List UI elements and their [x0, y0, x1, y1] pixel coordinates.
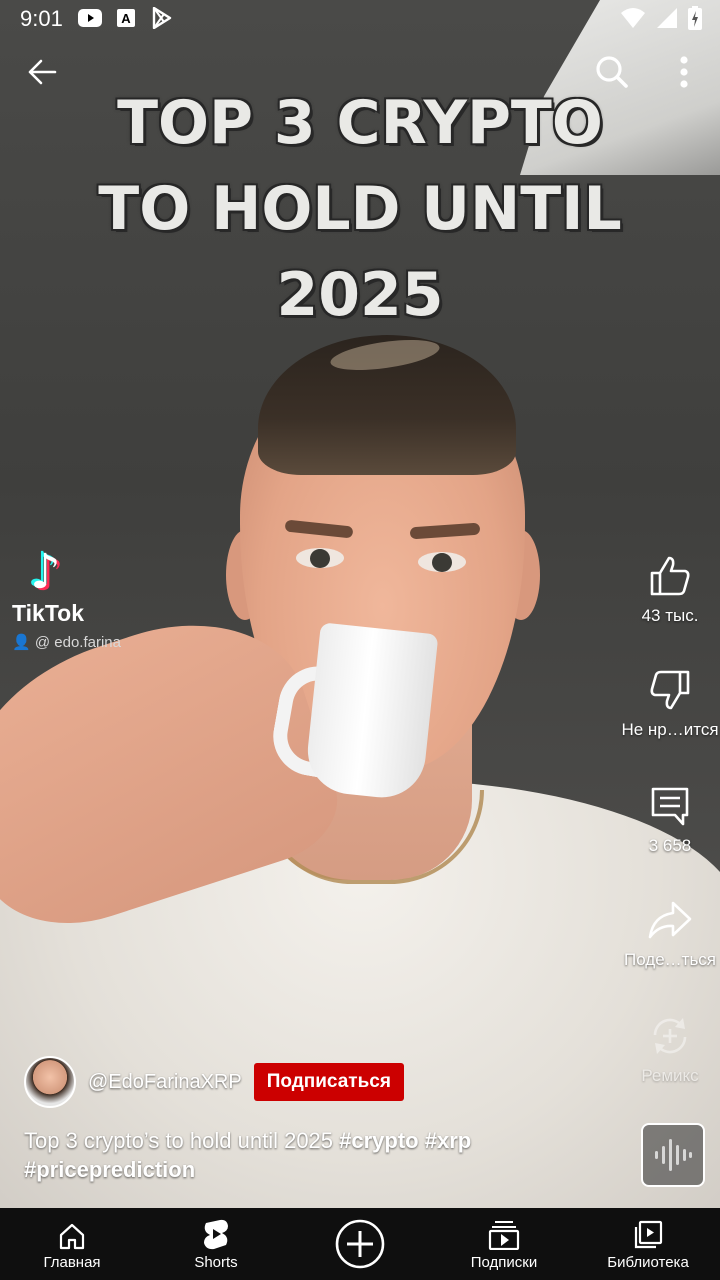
video-caption[interactable]: Top 3 crypto’s to hold until 2025 #crypt…: [24, 1126, 614, 1184]
coffee-cup: [303, 622, 439, 802]
nav-label: Библиотека: [607, 1254, 689, 1271]
signal-icon: [656, 7, 678, 34]
overlay-line: 2025: [276, 260, 444, 330]
library-icon: [576, 1208, 720, 1250]
status-bar: 9:01 A: [0, 0, 720, 36]
channel-avatar[interactable]: [24, 1056, 76, 1108]
svg-text:A: A: [121, 11, 131, 26]
hashtag-link[interactable]: #xrp: [425, 1128, 471, 1153]
nav-subscriptions[interactable]: Подписки: [432, 1208, 576, 1280]
nav-home[interactable]: Главная: [0, 1208, 144, 1280]
comments-count: 3 658: [648, 836, 692, 855]
hashtag-link[interactable]: #crypto: [339, 1128, 418, 1153]
add-icon: [288, 1208, 432, 1280]
dislike-label: Не нр…ится: [621, 720, 719, 739]
sound-button[interactable]: [641, 1123, 705, 1187]
tiktok-logo-icon: ♪: [30, 544, 61, 600]
share-icon: [646, 896, 694, 944]
remix-label: Ремикс: [641, 1066, 699, 1085]
like-count: 43 тыс.: [641, 606, 699, 625]
more-options-button[interactable]: [662, 50, 706, 94]
bottom-navigation: Главная Shorts Подписки Библиотека: [0, 1208, 720, 1280]
play-store-icon: [150, 6, 174, 30]
comments-button[interactable]: 3 658: [620, 782, 720, 856]
caption-text: Top 3 crypto’s to hold until 2025: [24, 1128, 340, 1153]
back-arrow-icon: [28, 59, 57, 85]
search-icon: [596, 56, 628, 88]
tiktok-watermark: ♪ TikTok 👤 @ edo.farina: [12, 548, 172, 651]
thumbs-up-icon: [646, 552, 694, 600]
nav-library[interactable]: Библиотека: [576, 1208, 720, 1280]
tiktok-username: @ edo.farina: [34, 634, 121, 651]
like-button[interactable]: 43 тыс.: [620, 552, 720, 626]
tiktok-brand: TikTok: [12, 600, 84, 626]
subscribe-button[interactable]: Подписаться: [253, 1063, 404, 1101]
subscriptions-icon: [432, 1208, 576, 1250]
hashtag-link[interactable]: #priceprediction: [24, 1157, 195, 1182]
search-button[interactable]: [590, 50, 634, 94]
more-vertical-icon: [680, 56, 688, 88]
remix-button[interactable]: Ремикс: [620, 1012, 720, 1086]
dislike-button[interactable]: Не нр…ится: [620, 666, 720, 740]
thumbs-down-icon: [646, 666, 694, 714]
share-label: Поде…ться: [623, 950, 717, 969]
nav-shorts[interactable]: Shorts: [144, 1208, 288, 1280]
shorts-screen: TOP 3 CRYPTO TO HOLD UNTIL 2025 ♪ TikTok…: [0, 0, 720, 1280]
nav-label: Главная: [43, 1254, 101, 1271]
battery-icon: [688, 6, 702, 35]
back-button[interactable]: [20, 50, 64, 94]
video-player[interactable]: TOP 3 CRYPTO TO HOLD UNTIL 2025 ♪ TikTok…: [0, 0, 720, 1208]
nav-create[interactable]: [288, 1208, 432, 1280]
font-a-icon: A: [114, 6, 138, 30]
shorts-icon: [144, 1208, 288, 1250]
audio-waveform-icon: [655, 1139, 692, 1171]
status-system-icons: [620, 6, 702, 35]
status-time: 9:01: [20, 6, 63, 31]
status-notification-icons: A: [78, 6, 174, 30]
channel-row: @EdoFarinaXRP Подписаться: [24, 1056, 404, 1108]
home-icon: [0, 1208, 144, 1250]
video-subject-pupil: [310, 549, 330, 568]
person-icon: 👤: [12, 634, 31, 651]
nav-label: Shorts: [194, 1254, 238, 1271]
wifi-icon: [620, 7, 646, 34]
video-overlay-title: TOP 3 CRYPTO TO HOLD UNTIL 2025: [0, 80, 720, 338]
tiktok-user: 👤 @ edo.farina: [12, 633, 172, 651]
nav-label: Подписки: [470, 1254, 538, 1271]
remix-icon: [646, 1012, 694, 1060]
overlay-line: TO HOLD UNTIL: [98, 174, 622, 244]
youtube-icon: [78, 6, 102, 30]
video-subject-pupil: [432, 553, 452, 572]
share-button[interactable]: Поде…ться: [620, 896, 720, 970]
channel-name[interactable]: @EdoFarinaXRP: [88, 1071, 242, 1094]
comment-icon: [646, 782, 694, 830]
